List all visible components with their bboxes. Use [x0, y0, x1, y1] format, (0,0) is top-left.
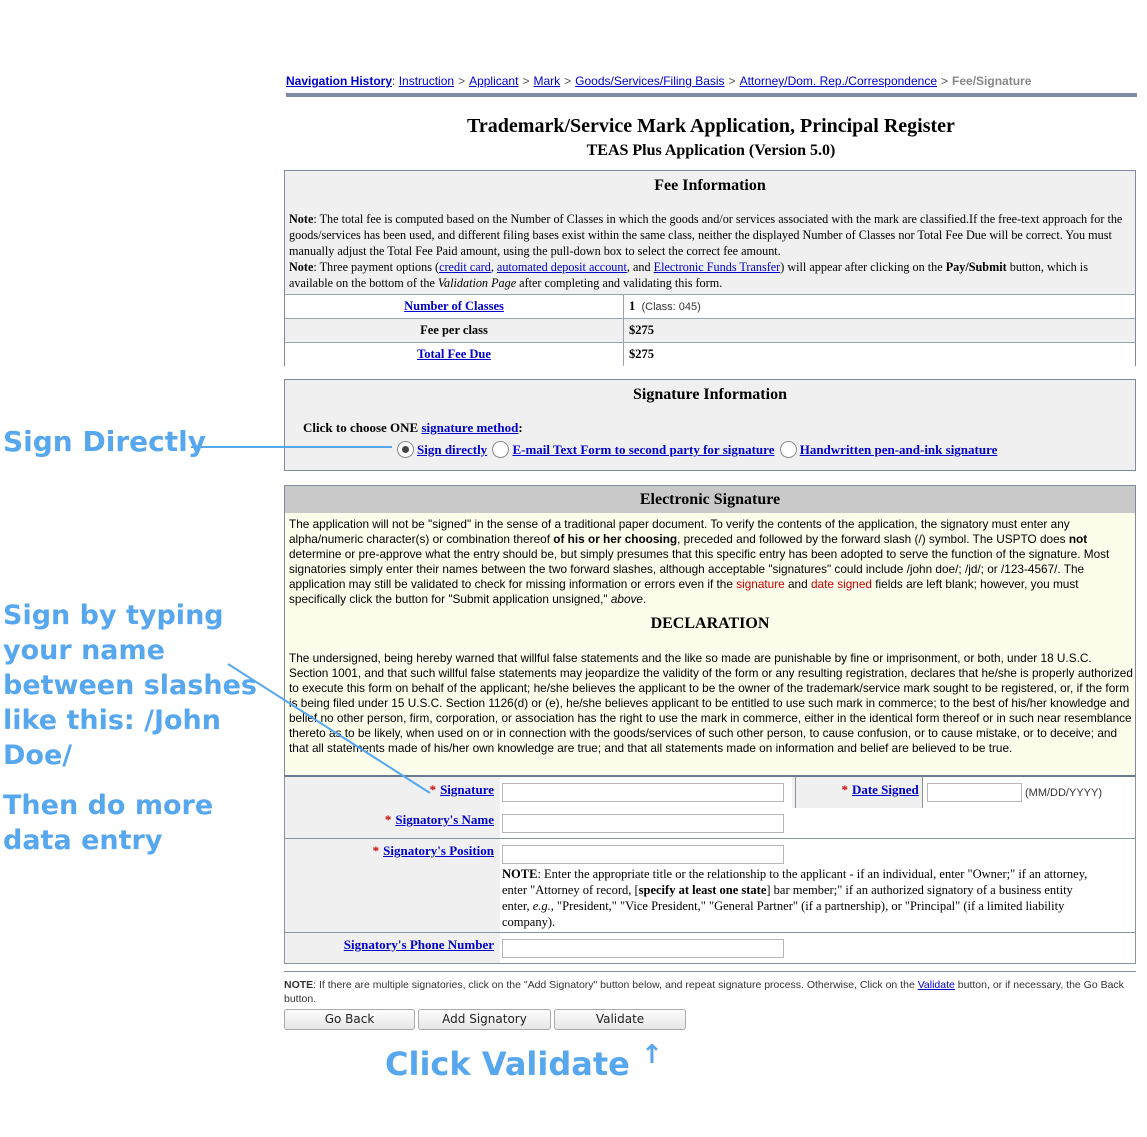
sign-directly-link[interactable]: Sign directly: [417, 442, 487, 457]
bottom-divider: [284, 971, 1136, 972]
signature-input[interactable]: [502, 783, 784, 802]
nav-item-attorney[interactable]: Attorney/Dom. Rep./Correspondence: [740, 74, 937, 88]
annotation-sign-directly: Sign Directly: [3, 425, 206, 458]
nav-item-applicant[interactable]: Applicant: [469, 74, 518, 88]
total-fee-due-link[interactable]: Total Fee Due: [417, 347, 491, 361]
signature-info-heading: Signature Information: [633, 386, 787, 403]
electronic-signature-heading: Electronic Signature: [284, 485, 1136, 514]
fee-row-total: Total Fee Due $275: [285, 342, 1135, 366]
signatory-name-input[interactable]: [502, 814, 784, 833]
signature-method-prompt: Click to choose ONE signature method:: [303, 420, 523, 435]
nav-item-mark[interactable]: Mark: [533, 74, 560, 88]
annotation-type-name: Sign by typing your name between slashes…: [3, 600, 257, 771]
annotation-more-data-entry: Then do more data entry: [3, 790, 214, 856]
nav-divider: [286, 93, 1137, 97]
date-format-hint: (MM/DD/YYYY): [1025, 787, 1102, 799]
breadcrumb: Navigation History: Instruction > Applican…: [286, 74, 1032, 88]
multiple-signatories-note: NOTE: If there are multiple signatories,…: [284, 979, 1124, 1005]
signatory-phone-input[interactable]: [502, 939, 784, 958]
go-back-button[interactable]: Go Back: [284, 1009, 415, 1030]
validate-button[interactable]: Validate: [554, 1009, 686, 1030]
add-signatory-button[interactable]: Add Signatory: [418, 1009, 551, 1030]
signature-row: * Signature * Date Signed (MM/DD/YYYY): [284, 775, 1136, 813]
fee-row-classes: Number of Classes 1 (Class: 045): [285, 294, 1135, 318]
deposit-account-link[interactable]: automated deposit account: [497, 260, 627, 274]
fee-information-panel: Fee Information Note: The total fee is c…: [284, 170, 1136, 366]
signatory-phone-label[interactable]: Signatory's Phone Number: [344, 937, 494, 952]
eft-link[interactable]: Electronic Funds Transfer: [654, 260, 781, 274]
annotation-click-validate: Click Validate ↑: [385, 1040, 663, 1083]
number-of-classes-link[interactable]: Number of Classes: [404, 299, 504, 313]
signature-information-panel: Signature Information Click to choose ON…: [284, 379, 1136, 471]
handwritten-signature-link[interactable]: Handwritten pen-and-ink signature: [800, 442, 998, 457]
fee-notes: Note: The total fee is computed based on…: [289, 212, 1123, 290]
email-text-form-link[interactable]: E-mail Text Form to second party for sig…: [512, 442, 774, 457]
up-arrow-icon: ↑: [641, 1040, 663, 1070]
validate-link[interactable]: Validate: [918, 979, 955, 991]
credit-card-link[interactable]: credit card: [439, 260, 491, 274]
position-note: NOTE: Enter the appropriate title or the…: [502, 867, 1088, 929]
declaration-heading: DECLARATION: [650, 615, 770, 632]
signature-label[interactable]: Signature: [440, 782, 494, 797]
signatory-name-label[interactable]: Signatory's Name: [395, 812, 494, 827]
esig-instructions: The application will not be "signed" in …: [289, 517, 1110, 606]
nav-history-link[interactable]: Navigation History: [286, 74, 392, 88]
fee-heading: Fee Information: [654, 177, 766, 194]
fee-row-per-class: Fee per class $275: [285, 318, 1135, 342]
signatory-name-row: * Signatory's Name: [284, 808, 1136, 839]
signatory-position-row: * Signatory's Position NOTE: Enter the ap…: [284, 839, 1136, 933]
page-title: Trademark/Service Mark Application, Prin…: [467, 115, 955, 137]
date-signed-label[interactable]: Date Signed: [852, 782, 919, 797]
signatory-phone-row: Signatory's Phone Number: [284, 933, 1136, 964]
electronic-signature-section: Electronic Signature The application wil…: [284, 485, 1136, 972]
radio-sign-directly[interactable]: [397, 441, 414, 458]
signatory-position-label[interactable]: Signatory's Position: [383, 843, 494, 858]
signatory-position-input[interactable]: [502, 845, 784, 864]
date-signed-input[interactable]: [927, 783, 1022, 802]
nav-item-current: Fee/Signature: [952, 74, 1032, 88]
radio-handwritten[interactable]: [779, 441, 797, 458]
declaration-text: The undersigned, being hereby warned tha…: [289, 651, 1133, 755]
nav-item-instruction[interactable]: Instruction: [399, 74, 454, 88]
signature-method-link[interactable]: signature method: [421, 420, 518, 435]
declaration-panel: The application will not be "signed" in …: [284, 513, 1136, 775]
nav-item-goods-services[interactable]: Goods/Services/Filing Basis: [575, 74, 724, 88]
page-subtitle: TEAS Plus Application (Version 5.0): [586, 142, 836, 159]
radio-email-text-form[interactable]: [492, 441, 510, 458]
signature-method-options: Sign directly E-mail Text Form to second…: [395, 441, 997, 458]
